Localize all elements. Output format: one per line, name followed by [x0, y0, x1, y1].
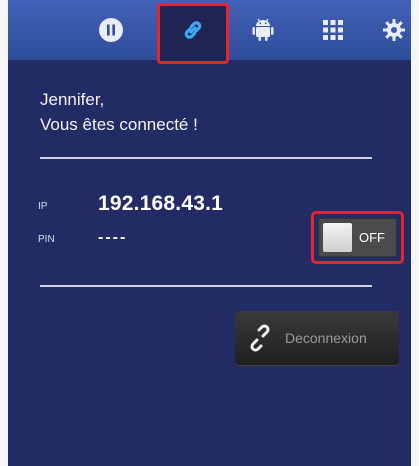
broken-link-icon — [250, 324, 270, 352]
disconnect-label: Deconnexion — [285, 330, 367, 346]
grid-icon — [323, 20, 343, 40]
settings-button[interactable] — [376, 0, 411, 60]
divider-bottom — [40, 285, 372, 287]
pause-icon — [99, 18, 123, 42]
gear-icon — [382, 19, 405, 41]
toggle-label: OFF — [359, 230, 385, 245]
android-icon — [252, 18, 274, 41]
left-margin — [0, 0, 8, 466]
ip-label: IP — [38, 201, 48, 212]
link-tab-highlight — [157, 3, 229, 64]
toggle-knob[interactable] — [323, 223, 352, 252]
pin-label: PIN — [38, 234, 55, 245]
pin-value: ---- — [98, 229, 128, 246]
ip-value: 192.168.43.1 — [98, 192, 224, 215]
divider-top — [40, 157, 372, 159]
android-button[interactable] — [238, 0, 288, 60]
greeting-text: Jennifer, Vous êtes connecté ! — [40, 87, 198, 137]
right-margin — [411, 0, 419, 466]
connection-toggle[interactable]: OFF — [318, 218, 397, 257]
toolbar — [8, 0, 411, 64]
greeting-name: Jennifer, — [40, 90, 105, 109]
app-window: Jennifer, Vous êtes connecté ! IP 192.16… — [8, 0, 411, 466]
disconnect-button[interactable]: Deconnexion — [235, 311, 399, 365]
pause-button[interactable] — [84, 0, 138, 60]
greeting-status: Vous êtes connecté ! — [40, 115, 198, 134]
grid-button[interactable] — [311, 0, 355, 60]
